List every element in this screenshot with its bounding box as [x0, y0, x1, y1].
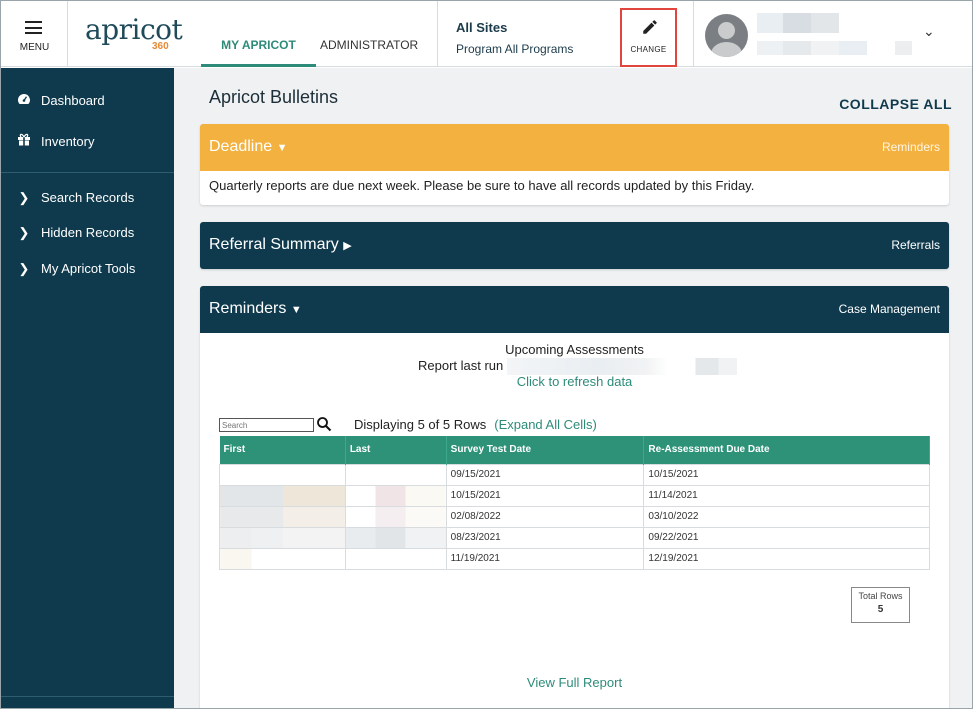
bulletin-message: Quarterly reports are due next week. Ple…: [209, 178, 755, 193]
search-input[interactable]: [219, 418, 314, 432]
search-box: [219, 416, 332, 432]
bulletin-reminders: Reminders ▼ Case Management Upcoming Ass…: [200, 286, 949, 708]
search-icon[interactable]: [316, 416, 332, 432]
table-row: 09/15/2021 10/15/2021: [219, 463, 930, 486]
survey-date-cell: 02/08/2022: [445, 505, 645, 528]
change-label: CHANGE: [630, 45, 667, 54]
sidebar-item-label: Search Records: [41, 190, 135, 205]
bulletin-referral-summary: Referral Summary ▶ Referrals: [200, 222, 949, 269]
last-name-redacted: [344, 547, 447, 570]
due-date-cell: 03/10/2022: [643, 505, 930, 528]
table-row: 02/08/2022 03/10/2022: [219, 505, 930, 528]
gift-box-icon: [15, 132, 33, 152]
bulletin-title: Referral Summary ▶: [209, 236, 352, 253]
main-content: Apricot Bulletins COLLAPSE ALL Deadline …: [174, 68, 972, 708]
total-rows-value: 5: [877, 604, 884, 615]
sidebar-item-hidden-records[interactable]: ❯ Hidden Records: [15, 223, 135, 243]
sidebar-item-label: Inventory: [41, 134, 95, 149]
first-name-redacted: [219, 463, 346, 486]
caret-right-icon: ▶: [343, 240, 352, 252]
bulletin-header[interactable]: Deadline ▼ Reminders: [200, 124, 949, 171]
chevron-right-icon: ❯: [18, 261, 30, 276]
bulletin-header[interactable]: Referral Summary ▶ Referrals: [200, 222, 949, 269]
due-date-cell: 11/14/2021: [643, 484, 930, 507]
bulletin-category: Referrals: [891, 238, 940, 252]
top-bar: MENU apricot 360 MY APRICOT ADMINISTRATO…: [1, 1, 972, 67]
caret-down-icon: ▼: [290, 304, 302, 316]
table-header-row: First Last Survey Test Date Re-Assessmen…: [219, 436, 930, 464]
sidebar-divider: [1, 172, 174, 173]
last-name-redacted: [344, 505, 447, 528]
bulletin-title: Deadline ▼: [209, 138, 288, 155]
sidebar-divider: [1, 696, 174, 697]
view-full-report-link[interactable]: View Full Report: [200, 675, 949, 690]
first-name-redacted: [219, 526, 346, 549]
sidebar: Dashboard Inventory ❯ Search Records ❯ Hid…: [1, 68, 174, 708]
bulletin-category: Reminders: [881, 140, 940, 154]
displaying-rows: Displaying 5 of 5 Rows (Expand All Cells): [354, 417, 597, 432]
bulletin-category: Case Management: [838, 302, 940, 316]
chevron-down-icon[interactable]: ⌄: [923, 23, 935, 40]
survey-date-cell: 10/15/2021: [445, 484, 645, 507]
menu-button[interactable]: MENU: [1, 1, 68, 67]
bulletin-header[interactable]: Reminders ▼ Case Management: [200, 286, 949, 333]
bulletin-deadline: Deadline ▼ Reminders Quarterly reports a…: [200, 124, 949, 205]
dashboard-icon: [15, 91, 33, 111]
avatar[interactable]: [705, 14, 748, 57]
table-row: 10/15/2021 11/14/2021: [219, 484, 930, 507]
first-name-redacted: [219, 547, 346, 570]
tab-my-apricot[interactable]: MY APRICOT: [201, 38, 316, 67]
last-name-redacted: [344, 463, 447, 486]
app-window: MENU apricot 360 MY APRICOT ADMINISTRATO…: [0, 0, 973, 709]
first-name-redacted: [219, 505, 346, 528]
sidebar-item-search-records[interactable]: ❯ Search Records: [15, 188, 135, 208]
collapse-all-button[interactable]: COLLAPSE ALL: [839, 96, 952, 112]
last-run-redacted: [506, 358, 737, 376]
site-title: All Sites: [456, 20, 508, 35]
change-button[interactable]: CHANGE: [620, 8, 677, 67]
sidebar-item-label: Hidden Records: [41, 225, 135, 240]
user-name-redacted: [757, 13, 912, 55]
table-row: 11/19/2021 12/19/2021: [219, 547, 930, 570]
column-header[interactable]: First: [219, 436, 346, 464]
program-label: Program All Programs: [456, 42, 574, 56]
table-row: 08/23/2021 09/22/2021: [219, 526, 930, 549]
report-name: Upcoming Assessments: [505, 342, 644, 357]
hamburger-icon: [25, 21, 42, 34]
total-rows-label: Total Rows: [858, 591, 903, 601]
sidebar-item-label: My Apricot Tools: [41, 261, 136, 276]
sidebar-item-inventory[interactable]: Inventory: [15, 132, 94, 152]
column-header[interactable]: Last: [345, 436, 447, 464]
page-title: Apricot Bulletins: [209, 87, 339, 107]
caret-down-icon: ▼: [276, 142, 288, 154]
refresh-data-link[interactable]: Click to refresh data: [200, 374, 949, 389]
logo-360: 360: [152, 41, 169, 52]
tab-administrator[interactable]: ADMINISTRATOR: [320, 38, 418, 67]
column-header[interactable]: Re-Assessment Due Date: [643, 436, 930, 464]
total-rows-box: Total Rows 5: [851, 587, 910, 623]
last-name-redacted: [344, 526, 447, 549]
pencil-icon: [643, 20, 657, 34]
survey-date-cell: 11/19/2021: [445, 547, 645, 570]
bulletin-title: Reminders ▼: [209, 300, 302, 317]
due-date-cell: 10/15/2021: [643, 463, 930, 486]
chevron-right-icon: ❯: [18, 225, 30, 240]
last-name-redacted: [344, 484, 447, 507]
survey-date-cell: 08/23/2021: [445, 526, 645, 549]
survey-date-cell: 09/15/2021: [445, 463, 645, 486]
first-name-redacted: [219, 484, 346, 507]
column-header[interactable]: Survey Test Date: [446, 436, 645, 464]
due-date-cell: 12/19/2021: [643, 547, 930, 570]
sidebar-item-label: Dashboard: [41, 93, 105, 108]
report-table: First Last Survey Test Date Re-Assessmen…: [219, 436, 930, 570]
report-last-run: Report last run: [200, 358, 949, 376]
sidebar-item-my-apricot-tools[interactable]: ❯ My Apricot Tools: [15, 259, 136, 279]
due-date-cell: 09/22/2021: [643, 526, 930, 549]
sidebar-item-dashboard[interactable]: Dashboard: [15, 91, 105, 111]
menu-label: MENU: [19, 42, 50, 53]
expand-all-cells-link[interactable]: (Expand All Cells): [494, 417, 597, 432]
chevron-right-icon: ❯: [18, 190, 30, 205]
